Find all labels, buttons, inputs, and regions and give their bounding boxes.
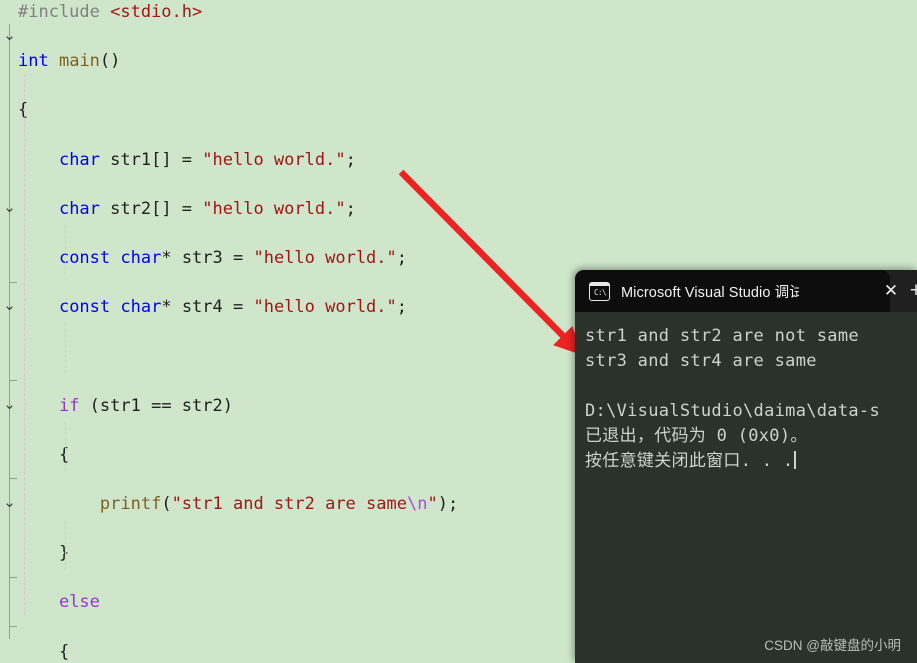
code-token: "hello world." bbox=[253, 247, 397, 268]
console-tab-title: Microsoft Visual Studio 调试控 bbox=[621, 284, 799, 301]
code-token: const bbox=[58, 247, 111, 268]
fold-chevron-down-icon[interactable]: ⌄ bbox=[2, 396, 17, 414]
console-line: str3 and str4 are same bbox=[585, 351, 817, 371]
code-token: (str1 == str2) bbox=[79, 395, 233, 416]
code-line[interactable]: const char* str3 = "hello world."; bbox=[0, 246, 917, 271]
fold-chevron-down-icon[interactable]: ⌄ bbox=[2, 27, 17, 45]
code-token: * str3 = bbox=[161, 247, 254, 268]
fold-end-marker bbox=[9, 273, 17, 283]
indent-guide bbox=[24, 73, 25, 615]
code-token: char bbox=[58, 198, 100, 219]
fold-end-marker bbox=[9, 372, 17, 381]
code-token: int bbox=[18, 51, 49, 72]
indent-guide bbox=[65, 323, 66, 373]
fold-end-marker bbox=[9, 618, 17, 627]
console-output[interactable]: str1 and str2 are not same str3 and str4 … bbox=[575, 312, 917, 663]
code-token: ); bbox=[437, 493, 459, 514]
close-icon[interactable]: ✕ bbox=[881, 281, 901, 301]
code-token: char bbox=[58, 149, 100, 170]
code-token: \n bbox=[406, 493, 428, 514]
fold-end-marker bbox=[9, 470, 17, 480]
code-token: () bbox=[99, 51, 121, 72]
code-line[interactable]: char str1[] = "hello world."; bbox=[0, 148, 917, 173]
code-token: char bbox=[120, 297, 162, 318]
code-line[interactable]: int main() bbox=[0, 49, 917, 74]
code-token: "hello world." bbox=[202, 198, 346, 219]
watermark: CSDN @敲键盘的小明 bbox=[764, 638, 901, 653]
code-token: ( bbox=[161, 493, 172, 514]
fold-chevron-down-icon[interactable]: ⌄ bbox=[2, 495, 17, 512]
console-cmd-icon: C:\ bbox=[589, 281, 610, 301]
code-token: ; bbox=[396, 247, 408, 268]
debug-console-window[interactable]: C:\ Microsoft Visual Studio 调试控 ✕ + str1… bbox=[575, 270, 917, 663]
console-line: 按任意键关闭此窗口. . . bbox=[585, 449, 917, 474]
indent-guide bbox=[65, 225, 66, 275]
screenshot-root: #include <stdio.h> int main() { char str1[… bbox=[0, 0, 917, 663]
code-token: printf bbox=[99, 493, 162, 514]
code-token: ; bbox=[345, 149, 356, 170]
code-token: char bbox=[120, 247, 162, 268]
code-token: if bbox=[58, 395, 80, 416]
code-token: "str1 and str2 are same bbox=[171, 493, 407, 514]
code-token: ; bbox=[345, 198, 356, 219]
code-token: str1[] = bbox=[99, 149, 203, 170]
console-icon-text: C:\ bbox=[593, 287, 607, 297]
indent-guide bbox=[65, 520, 66, 570]
console-line: D:\VisualStudio\daima\data-s bbox=[585, 401, 880, 421]
fold-end-marker bbox=[9, 568, 17, 578]
code-token: str2[] = bbox=[99, 198, 203, 219]
code-line[interactable]: #include <stdio.h> bbox=[0, 0, 917, 25]
code-token: ; bbox=[396, 297, 408, 318]
code-token: const bbox=[58, 297, 111, 318]
fold-chevron-down-icon[interactable]: ⌄ bbox=[2, 298, 17, 315]
console-tab[interactable]: C:\ Microsoft Visual Studio 调试控 bbox=[575, 270, 890, 312]
console-line: 已退出，代码为 0 (0x0)。 bbox=[585, 426, 808, 446]
indent-guide bbox=[65, 422, 66, 472]
code-token: main bbox=[58, 51, 100, 72]
console-line: str1 and str2 are not same bbox=[585, 326, 859, 346]
code-token: <stdio.h> bbox=[110, 2, 203, 22]
console-caret bbox=[794, 451, 796, 469]
code-token: #include bbox=[18, 2, 111, 22]
code-token: "hello world." bbox=[253, 297, 397, 318]
code-line[interactable]: { bbox=[0, 98, 917, 123]
code-token: "hello world." bbox=[202, 149, 346, 170]
code-token: { bbox=[58, 641, 70, 662]
code-token: else bbox=[58, 592, 100, 613]
new-tab-icon[interactable]: + bbox=[906, 280, 917, 301]
code-token: * str4 = bbox=[161, 297, 254, 318]
console-title-bar[interactable]: C:\ Microsoft Visual Studio 调试控 ✕ + bbox=[575, 270, 917, 312]
code-line[interactable]: char str2[] = "hello world."; bbox=[0, 197, 917, 222]
fold-chevron-down-icon[interactable]: ⌄ bbox=[2, 199, 17, 217]
code-token: " bbox=[427, 493, 438, 514]
